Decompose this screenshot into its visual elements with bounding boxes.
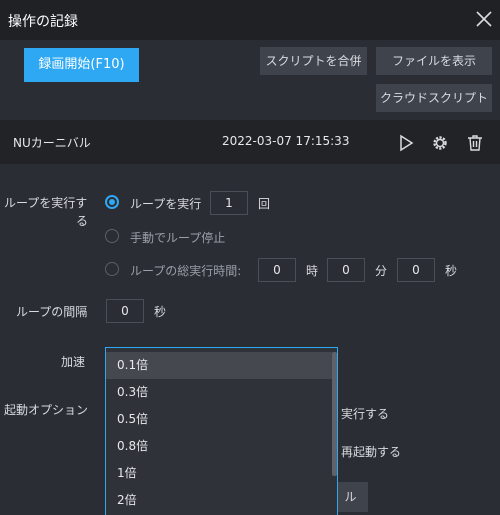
- gear-icon[interactable]: [431, 134, 449, 152]
- minutes-input[interactable]: 0: [327, 258, 365, 282]
- play-icon[interactable]: [397, 134, 415, 152]
- startup-option-1[interactable]: 実行する: [341, 405, 389, 422]
- option-total-time-label: ループの総実行時間:: [130, 264, 242, 278]
- cloud-script-button[interactable]: クラウドスクリプト: [376, 84, 492, 112]
- seconds-unit: 秒: [445, 264, 458, 278]
- interval-label: ループの間隔: [16, 305, 88, 319]
- speed-option[interactable]: 0.1倍: [106, 352, 332, 379]
- loop-count-unit: 回: [258, 197, 271, 211]
- trash-icon[interactable]: [466, 134, 484, 152]
- hours-input[interactable]: 0: [258, 258, 296, 282]
- radio-total-time[interactable]: [105, 262, 119, 276]
- option-manual-stop-label: 手動でループ停止: [130, 231, 226, 245]
- speed-option[interactable]: 0.8倍: [106, 433, 332, 460]
- loop-label-line1: ループを実行す: [4, 196, 88, 210]
- speed-option[interactable]: 1倍: [106, 460, 332, 487]
- startup-option-2[interactable]: 再起動する: [341, 443, 401, 460]
- script-datetime: 2022-03-07 17:15:33: [222, 134, 350, 148]
- option-loop-count-label: ループを実行: [130, 197, 202, 211]
- speed-option[interactable]: 0.5倍: [106, 406, 332, 433]
- startup-label: 起動オプション: [4, 403, 89, 417]
- dropdown-scrollbar[interactable]: [332, 352, 337, 476]
- interval-unit: 秒: [154, 305, 167, 319]
- merge-script-button[interactable]: スクリプトを合併: [260, 47, 367, 75]
- minutes-unit: 分: [375, 264, 388, 278]
- radio-loop-count[interactable]: [105, 195, 119, 209]
- loop-count-input[interactable]: 1: [210, 191, 248, 215]
- radio-manual-stop[interactable]: [105, 229, 119, 243]
- hours-unit: 時: [306, 264, 319, 278]
- start-recording-button[interactable]: 録画開始(F10): [24, 48, 139, 82]
- window-title: 操作の記録: [8, 14, 78, 30]
- speed-option[interactable]: 0.3倍: [106, 379, 332, 406]
- speed-option[interactable]: 2倍: [106, 487, 332, 514]
- speed-label: 加速: [61, 355, 86, 369]
- partial-button[interactable]: ル: [333, 482, 368, 512]
- script-name: NUカーニバル: [13, 136, 91, 150]
- seconds-input[interactable]: 0: [397, 258, 435, 282]
- loop-label-line2: る: [76, 214, 89, 228]
- interval-input[interactable]: 0: [106, 299, 144, 323]
- close-icon[interactable]: [474, 9, 494, 29]
- show-file-button[interactable]: ファイルを表示: [376, 47, 492, 75]
